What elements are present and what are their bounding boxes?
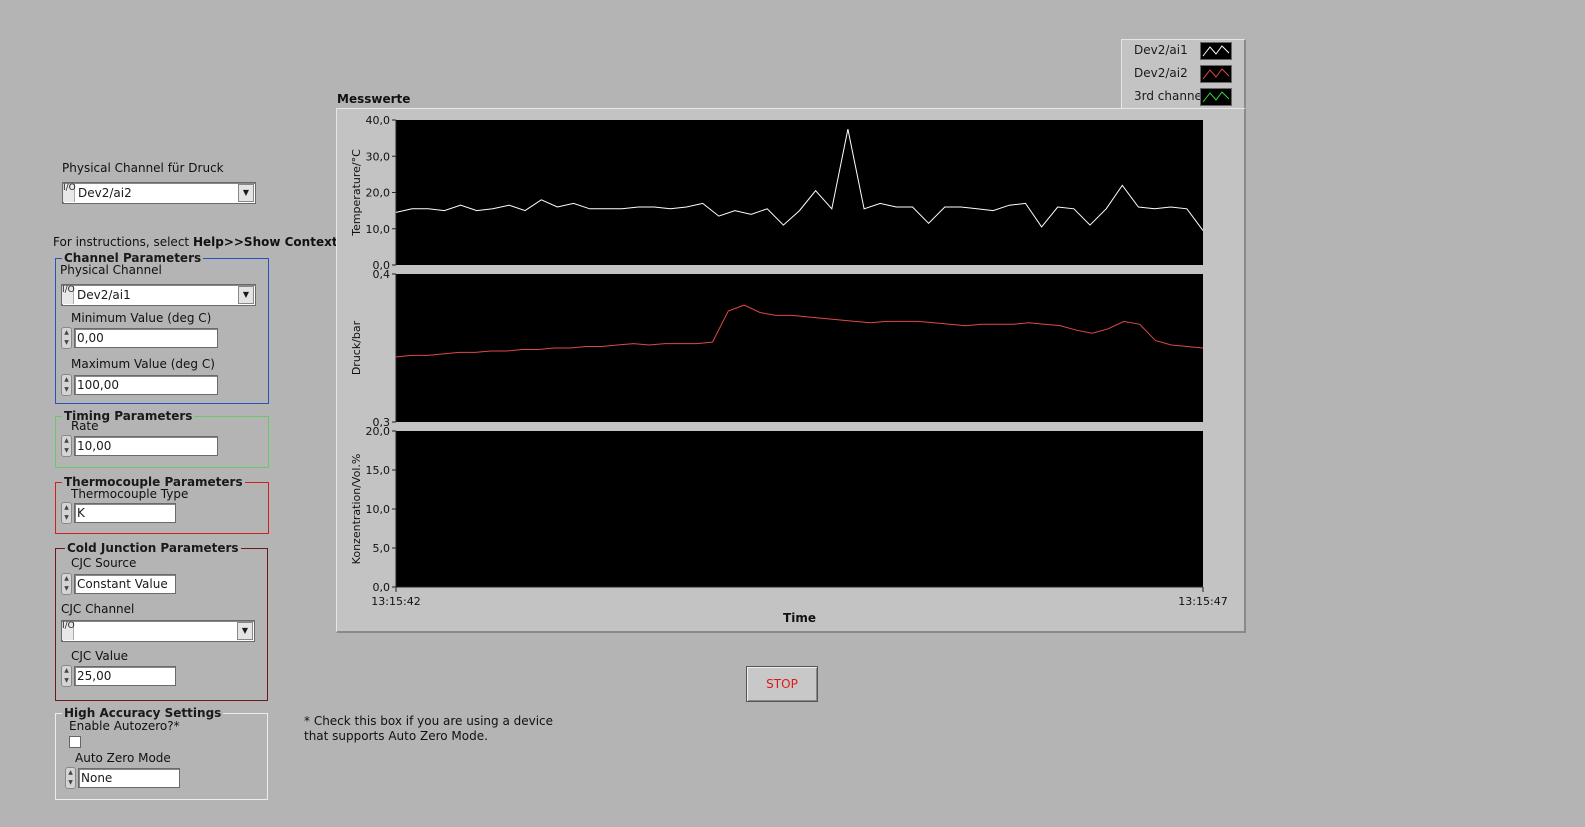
- autozero-note-line2: that supports Auto Zero Mode.: [304, 729, 488, 743]
- thermocouple-type-label: Thermocouple Type: [71, 487, 189, 501]
- chevron-down-icon[interactable]: ▼: [238, 184, 254, 202]
- spinner-icon[interactable]: ▲ ▼: [61, 502, 72, 524]
- cjc-value-label: CJC Value: [71, 649, 129, 663]
- legend-line-icon: [1202, 68, 1230, 80]
- rate-field[interactable]: 10,00: [74, 436, 218, 456]
- min-value-control[interactable]: ▲ ▼ 0,00: [61, 327, 218, 349]
- chart-plot[interactable]: 40,030,020,010,00,0Temperature/°C0,40,3D…: [336, 108, 1245, 632]
- y-axis-label: Temperature/°C: [350, 149, 363, 237]
- rate-control[interactable]: ▲ ▼ 10,00: [61, 435, 218, 457]
- physical-channel-value: Dev2/ai1: [77, 288, 131, 302]
- y-axis-label: Konzentration/Vol.%: [350, 454, 363, 565]
- x-axis-label: Time: [783, 611, 816, 625]
- legend-label: Dev2/ai1: [1134, 43, 1188, 57]
- y-tick-label: 5,0: [373, 542, 391, 555]
- max-value-field[interactable]: 100,00: [74, 375, 218, 395]
- physical-channel-label: Physical Channel: [60, 263, 162, 277]
- high-accuracy-title: High Accuracy Settings: [62, 706, 224, 720]
- io-icon: I/O: [62, 622, 75, 640]
- cjc-source-control[interactable]: ▲ ▼ Constant Value: [61, 573, 176, 595]
- autozero-note-line1: * Check this box if you are using a devi…: [304, 714, 554, 728]
- chevron-down-icon[interactable]: ▼: [238, 286, 254, 304]
- cjc-source-label: CJC Source: [71, 556, 137, 570]
- y-tick-label: 10,0: [366, 223, 391, 236]
- autozero-label: Enable Autozero?*: [69, 719, 180, 733]
- y-tick-label: 10,0: [366, 503, 391, 516]
- legend-label: Dev2/ai2: [1134, 66, 1188, 80]
- instructions-prefix: For instructions, select: [53, 235, 193, 249]
- legend-item[interactable]: Dev2/ai2: [1134, 64, 1188, 82]
- y-tick-label: 15,0: [366, 464, 391, 477]
- x-tick-label: 13:15:47: [1178, 595, 1227, 608]
- legend-line-icon: [1202, 91, 1230, 103]
- plot-area: [396, 120, 1203, 265]
- auto-zero-mode-label: Auto Zero Mode: [75, 751, 171, 765]
- chevron-down-icon[interactable]: ▼: [237, 622, 253, 640]
- druck-channel-value: Dev2/ai2: [78, 186, 132, 200]
- spinner-icon[interactable]: ▲ ▼: [61, 435, 72, 457]
- legend-swatch: [1200, 88, 1232, 106]
- stop-button[interactable]: STOP: [746, 666, 818, 702]
- spinner-icon[interactable]: ▲ ▼: [61, 374, 72, 396]
- plot-area: [396, 431, 1203, 587]
- y-axis-label: Druck/bar: [350, 320, 363, 375]
- max-value-control[interactable]: ▲ ▼ 100,00: [61, 374, 218, 396]
- min-value-field[interactable]: 0,00: [74, 328, 218, 348]
- y-tick-label: 40,0: [366, 114, 391, 127]
- cold-junction-title: Cold Junction Parameters: [65, 541, 241, 555]
- auto-zero-mode-control[interactable]: ▲ ▼ None: [65, 767, 180, 789]
- cjc-source-field[interactable]: Constant Value: [74, 574, 176, 594]
- cjc-value-control[interactable]: ▲ ▼ 25,00: [61, 665, 176, 687]
- y-tick-label: 20,0: [366, 425, 391, 438]
- min-value-label: Minimum Value (deg C): [71, 311, 212, 325]
- legend-label: 3rd channel: [1134, 89, 1206, 103]
- rate-label: Rate: [71, 419, 99, 433]
- cjc-value-field[interactable]: 25,00: [74, 666, 176, 686]
- thermocouple-type-field[interactable]: K: [74, 503, 176, 523]
- spinner-icon[interactable]: ▲ ▼: [61, 573, 72, 595]
- druck-channel-label: Physical Channel für Druck: [62, 161, 224, 175]
- plot-area: [396, 274, 1203, 422]
- y-tick-label: 0,4: [373, 268, 391, 281]
- autozero-checkbox[interactable]: [69, 736, 81, 748]
- chart-legend[interactable]: Dev2/ai1 Dev2/ai2 3rd channel: [1121, 39, 1246, 109]
- spinner-icon[interactable]: ▲ ▼: [61, 327, 72, 349]
- x-tick-label: 13:15:42: [371, 595, 420, 608]
- y-tick-label: 30,0: [366, 150, 391, 163]
- chart-title: Messwerte: [337, 92, 411, 106]
- max-value-label: Maximum Value (deg C): [71, 357, 215, 371]
- legend-swatch: [1200, 42, 1232, 60]
- io-icon: I/O: [63, 184, 76, 202]
- cjc-channel-select[interactable]: I/O ▼: [61, 620, 255, 642]
- thermocouple-type-control[interactable]: ▲ ▼ K: [61, 502, 176, 524]
- legend-swatch: [1200, 65, 1232, 83]
- io-icon: I/O: [62, 286, 75, 304]
- spinner-icon[interactable]: ▲ ▼: [65, 767, 76, 789]
- druck-channel-select[interactable]: I/O Dev2/ai2 ▼: [62, 182, 256, 204]
- legend-line-icon: [1202, 45, 1230, 57]
- auto-zero-mode-field[interactable]: None: [78, 768, 180, 788]
- y-tick-label: 0,0: [373, 581, 391, 594]
- legend-item[interactable]: Dev2/ai1: [1134, 41, 1188, 59]
- y-tick-label: 20,0: [366, 187, 391, 200]
- autozero-note: * Check this box if you are using a devi…: [304, 714, 553, 744]
- spinner-icon[interactable]: ▲ ▼: [61, 665, 72, 687]
- physical-channel-select[interactable]: I/O Dev2/ai1 ▼: [61, 284, 256, 306]
- instructions-text: For instructions, select Help>>Show Cont…: [53, 235, 373, 249]
- legend-item[interactable]: 3rd channel: [1134, 87, 1205, 105]
- cjc-channel-label: CJC Channel: [61, 602, 135, 616]
